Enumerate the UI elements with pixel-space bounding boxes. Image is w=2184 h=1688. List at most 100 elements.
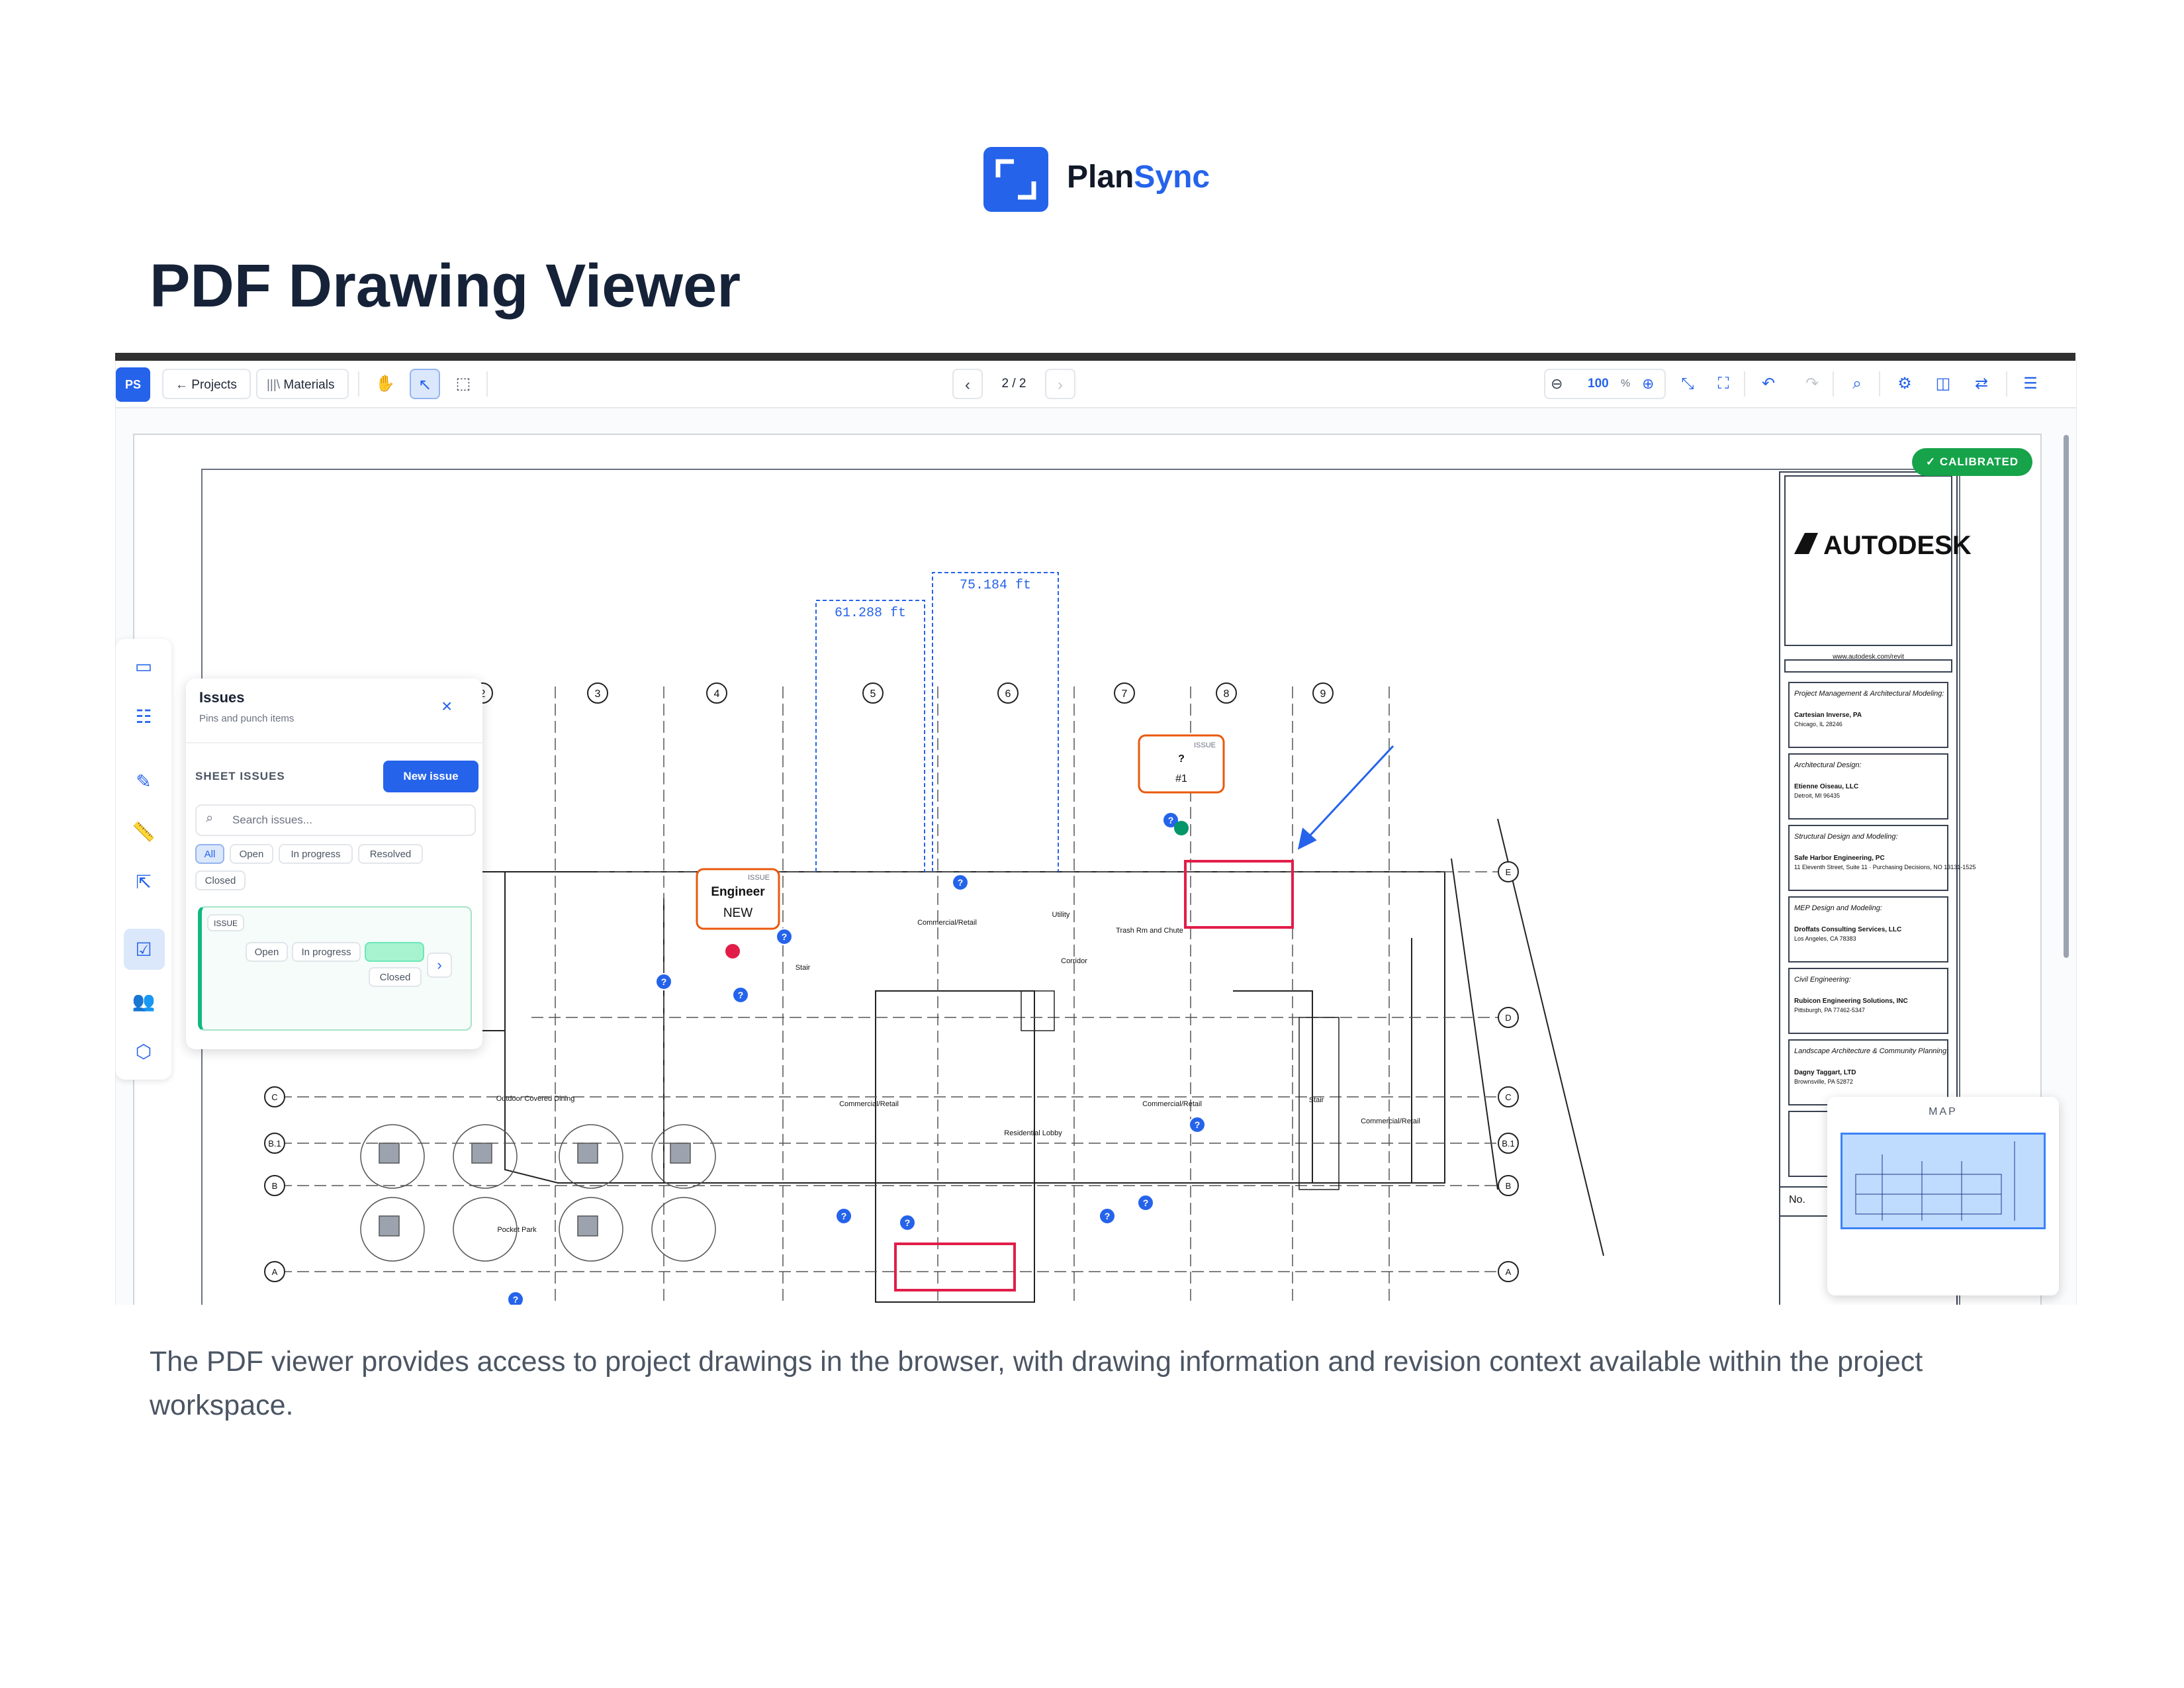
search-placeholder: Search issues...: [232, 814, 312, 826]
sync-icon[interactable]: ⇄: [1966, 369, 1997, 399]
viewer-screenshot: PS ← Projects |||\ Materials ✋ ↖ ⬚ ‹ 2 /…: [115, 361, 2077, 1305]
next-page-icon[interactable]: ›: [1045, 369, 1075, 399]
issue-pin-glyph: ?: [661, 976, 667, 987]
grid-bubble-label: A: [272, 1267, 278, 1277]
issue-pin-glyph: ?: [513, 1294, 519, 1305]
status-open[interactable]: Open: [246, 942, 288, 962]
room-label: Commercial/Retail: [1361, 1117, 1420, 1125]
grid-bubble-label: E: [1506, 867, 1512, 877]
page-indicator: 2 / 2: [1001, 377, 1026, 391]
filter-open[interactable]: Open: [230, 844, 273, 864]
zoom-value[interactable]: 100: [1588, 370, 1609, 398]
sidebar-toggle-icon[interactable]: ▭: [128, 651, 159, 682]
plansync-logo-icon: [983, 147, 1048, 212]
issue-pin-glyph: ?: [1143, 1197, 1149, 1208]
vertical-scrollbar[interactable]: [2062, 427, 2071, 1301]
previous-page-icon[interactable]: ‹: [952, 369, 983, 399]
title-block-url: www.autodesk.com/revit: [1832, 653, 1904, 661]
minimap-viewport[interactable]: [1841, 1133, 2046, 1229]
close-icon[interactable]: ×: [441, 696, 452, 717]
ruler-icon[interactable]: 📏: [128, 816, 159, 848]
filter-in-progress[interactable]: In progress: [279, 844, 353, 864]
grid-bubble-label: C: [271, 1092, 277, 1102]
export-icon[interactable]: ⇱: [128, 867, 159, 898]
select-pointer-icon[interactable]: ↖: [410, 369, 440, 399]
title-block-role: Structural Design and Modeling:: [1794, 833, 1898, 841]
marquee-select-icon[interactable]: ⬚: [448, 369, 478, 399]
title-block-address: Detroit, MI 96435: [1794, 792, 1840, 799]
issues-panel-subtitle: Pins and punch items: [199, 713, 295, 724]
issue-card[interactable]: ISSUE Open In progress Resolved Closed ›: [198, 906, 472, 1031]
minimap-label: MAP: [1929, 1106, 1958, 1117]
pan-hand-icon[interactable]: ✋: [370, 369, 400, 399]
title-block-role: Civil Engineering:: [1794, 976, 1851, 984]
divider: [186, 742, 482, 743]
issue-pin-glyph: ?: [905, 1217, 911, 1228]
fullscreen-icon[interactable]: ⛶: [1708, 369, 1739, 399]
filter-closed[interactable]: Closed: [195, 870, 246, 890]
caption: The PDF viewer provides access to projec…: [150, 1346, 1923, 1421]
projects-button[interactable]: ← Projects: [162, 369, 251, 399]
callout-symbol: ?: [1178, 753, 1185, 765]
grid-bubble-label: B: [272, 1181, 278, 1191]
title-block-role: Architectural Design:: [1794, 761, 1862, 769]
minimap-thumbnail: [1855, 1141, 2015, 1221]
issue-pin-glyph: ?: [1195, 1119, 1201, 1130]
zoom-in-icon[interactable]: ⊕: [1642, 370, 1654, 398]
sheet-issues-heading: SHEET ISSUES: [195, 770, 285, 782]
title-block-role: Landscape Architecture & Community Plann…: [1794, 1047, 1948, 1055]
cube-icon[interactable]: ⬡: [128, 1036, 159, 1068]
grid-bubble-label: 7: [1122, 688, 1128, 700]
status-resolved[interactable]: Resolved: [365, 942, 424, 962]
new-issue-button[interactable]: New issue: [383, 761, 478, 792]
room-label: Corridor: [1061, 957, 1087, 965]
markup-arrow: [1297, 745, 1394, 850]
users-icon[interactable]: 👥: [128, 986, 159, 1017]
room-label: Commercial/Retail: [1142, 1100, 1202, 1108]
materials-button[interactable]: |||\ Materials: [256, 369, 349, 399]
autodesk-logo-text: AUTODESK: [1823, 531, 1972, 560]
issue-pin-glyph: ?: [782, 931, 788, 942]
search-icon[interactable]: ⌕: [1842, 369, 1872, 399]
chevron-right-icon[interactable]: ›: [427, 953, 452, 978]
title-block-address: Chicago, IL 28246: [1794, 721, 1843, 727]
fit-width-icon[interactable]: ⤡: [1672, 369, 1703, 399]
room-label: Stair: [1309, 1096, 1324, 1104]
undo-icon[interactable]: ↶: [1753, 369, 1784, 399]
status-closed[interactable]: Closed: [369, 967, 422, 987]
grid-bubble-label: 6: [1005, 688, 1011, 700]
grid-bubble-label: 8: [1224, 688, 1230, 700]
issue-pin-glyph: ?: [1105, 1211, 1111, 1221]
redo-icon[interactable]: ↷: [1797, 369, 1827, 399]
outline-list-icon[interactable]: ☷: [128, 701, 159, 733]
search-issues-input[interactable]: ⌕ Search issues...: [195, 804, 476, 836]
room-label: Stair: [796, 964, 811, 972]
minimap[interactable]: MAP: [1827, 1097, 2059, 1295]
zoom-out-icon[interactable]: ⊖: [1551, 370, 1563, 398]
title-block-address: Brownsville, PA 52872: [1794, 1078, 1853, 1085]
menu-icon[interactable]: ☰: [2015, 369, 2046, 399]
divider: [2006, 371, 2007, 397]
compare-icon[interactable]: ◫: [1928, 369, 1958, 399]
room-label: Trash Rm and Chute: [1116, 927, 1183, 935]
room-label: Commercial/Retail: [839, 1100, 899, 1108]
title-block-firm: Safe Harbor Engineering, PC: [1794, 855, 1885, 862]
grid-bubble-label: B.1: [268, 1139, 281, 1149]
grid-bubble-label: D: [1505, 1013, 1511, 1023]
filter-all[interactable]: All: [195, 844, 224, 864]
settings-gear-icon[interactable]: ⚙: [1889, 369, 1920, 399]
brand-name-part2: Sync: [1134, 160, 1210, 195]
tool-rail: ▭ ☷ ✎ 📏 ⇱ ☑ 👥 ⬡: [116, 639, 171, 1080]
status-in-progress[interactable]: In progress: [292, 942, 361, 962]
filter-resolved[interactable]: Resolved: [358, 844, 423, 864]
checklist-icon[interactable]: ☑: [128, 934, 159, 966]
page-title: PDF Drawing Viewer: [150, 252, 741, 320]
callout-title: Engineer: [711, 885, 765, 899]
title-block-role: Project Management & Architectural Model…: [1794, 690, 1944, 698]
divider: [358, 371, 359, 397]
calibrated-badge: ✓ CALIBRATED: [1912, 448, 2032, 476]
scrollbar-thumb[interactable]: [2064, 435, 2069, 958]
pencil-icon[interactable]: ✎: [128, 766, 159, 798]
title-block-firm: Droffats Consulting Services, LLC: [1794, 926, 1901, 933]
avatar[interactable]: PS: [116, 367, 150, 402]
